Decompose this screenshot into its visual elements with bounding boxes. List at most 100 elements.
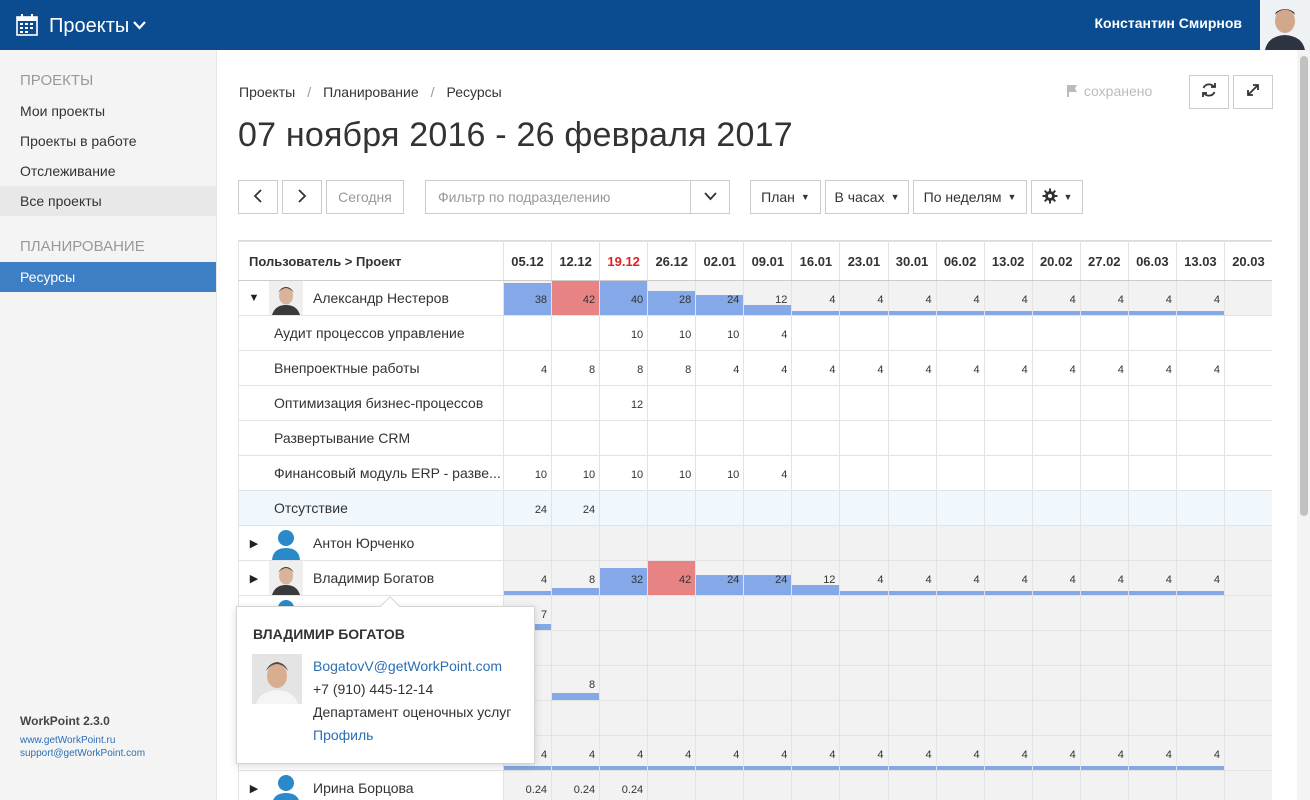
- hours-cell[interactable]: [1079, 665, 1129, 701]
- hours-cell[interactable]: [1223, 525, 1272, 561]
- hours-cell[interactable]: [791, 665, 841, 701]
- hours-cell[interactable]: [647, 595, 697, 631]
- hours-cell[interactable]: [935, 490, 985, 526]
- hours-cell[interactable]: 0.24: [551, 770, 601, 800]
- hours-cell[interactable]: 4: [839, 350, 889, 386]
- collapse-icon[interactable]: ▼: [239, 292, 269, 304]
- hours-cell[interactable]: [1223, 490, 1272, 526]
- hours-cell[interactable]: 24: [743, 560, 793, 596]
- hours-cell[interactable]: [1031, 315, 1081, 351]
- department-filter-dropdown[interactable]: [690, 181, 729, 213]
- hours-cell[interactable]: [1223, 595, 1272, 631]
- next-period-button[interactable]: [282, 180, 322, 214]
- hours-cell[interactable]: [1031, 490, 1081, 526]
- hours-cell[interactable]: [935, 420, 985, 456]
- hours-cell[interactable]: 10: [502, 455, 553, 491]
- hours-cell[interactable]: [1223, 560, 1272, 596]
- hours-cell[interactable]: [935, 665, 985, 701]
- hours-cell[interactable]: [983, 595, 1033, 631]
- hours-cell[interactable]: [1079, 630, 1129, 666]
- hours-cell[interactable]: [1031, 420, 1081, 456]
- user-avatar[interactable]: [269, 281, 303, 315]
- hours-cell[interactable]: [1079, 385, 1129, 421]
- hours-cell[interactable]: [983, 455, 1033, 491]
- period-dropdown[interactable]: По неделям ▼: [913, 180, 1027, 214]
- hours-cell[interactable]: [1031, 385, 1081, 421]
- hours-cell[interactable]: [599, 665, 649, 701]
- hours-cell[interactable]: [695, 595, 745, 631]
- hours-cell[interactable]: 28: [647, 280, 697, 316]
- hours-cell[interactable]: [1223, 455, 1272, 491]
- hours-cell[interactable]: [887, 315, 937, 351]
- support-email-link[interactable]: support@getWorkPoint.com: [20, 747, 145, 760]
- hours-cell[interactable]: [502, 385, 553, 421]
- hours-cell[interactable]: [1223, 315, 1272, 351]
- column-header-user-project[interactable]: Пользователь > Проект: [238, 241, 504, 281]
- hours-cell[interactable]: [647, 525, 697, 561]
- hours-cell[interactable]: [1127, 420, 1177, 456]
- hours-cell[interactable]: [647, 770, 697, 800]
- hours-cell[interactable]: [551, 700, 601, 736]
- hours-cell[interactable]: [1223, 420, 1272, 456]
- hours-cell[interactable]: 12: [791, 560, 841, 596]
- hours-cell[interactable]: [1223, 735, 1272, 771]
- hours-cell[interactable]: 4: [791, 350, 841, 386]
- hours-cell[interactable]: [839, 315, 889, 351]
- hours-cell[interactable]: 4: [599, 735, 649, 771]
- hours-cell[interactable]: 0.24: [599, 770, 649, 800]
- hours-cell[interactable]: [1031, 525, 1081, 561]
- hours-cell[interactable]: 4: [1175, 735, 1225, 771]
- hours-cell[interactable]: 12: [743, 280, 793, 316]
- hours-cell[interactable]: 4: [1127, 560, 1177, 596]
- hours-cell[interactable]: [1079, 315, 1129, 351]
- hours-cell[interactable]: [1127, 770, 1177, 800]
- hours-cell[interactable]: [839, 490, 889, 526]
- user-name[interactable]: Антон Юрченко: [313, 535, 414, 551]
- hours-cell[interactable]: [647, 420, 697, 456]
- hours-cell[interactable]: 4: [983, 735, 1033, 771]
- user-avatar[interactable]: [1260, 0, 1310, 50]
- hours-cell[interactable]: [887, 385, 937, 421]
- expand-icon[interactable]: ▶: [239, 537, 269, 550]
- hours-cell[interactable]: 10: [695, 455, 745, 491]
- expand-icon[interactable]: ▶: [239, 782, 269, 795]
- hours-cell[interactable]: 8: [551, 560, 601, 596]
- hours-cell[interactable]: [887, 595, 937, 631]
- hours-cell[interactable]: 4: [983, 350, 1033, 386]
- project-name[interactable]: Финансовый модуль ERP - разве...: [239, 465, 501, 481]
- project-name[interactable]: Внепроектные работы: [239, 360, 420, 376]
- hours-cell[interactable]: 4: [887, 280, 937, 316]
- hours-cell[interactable]: 10: [695, 315, 745, 351]
- hours-cell[interactable]: 4: [1175, 350, 1225, 386]
- hours-cell[interactable]: [1175, 665, 1225, 701]
- hours-cell[interactable]: [839, 420, 889, 456]
- popover-profile-link[interactable]: Профиль: [313, 727, 373, 743]
- hours-cell[interactable]: [743, 525, 793, 561]
- hours-cell[interactable]: [1175, 455, 1225, 491]
- hours-cell[interactable]: [791, 595, 841, 631]
- breadcrumb-projects[interactable]: Проекты: [239, 84, 295, 100]
- hours-cell[interactable]: [887, 770, 937, 800]
- hours-cell[interactable]: [935, 630, 985, 666]
- hours-cell[interactable]: 8: [599, 350, 649, 386]
- hours-cell[interactable]: 24: [695, 560, 745, 596]
- hours-cell[interactable]: [983, 420, 1033, 456]
- hours-cell[interactable]: 4: [935, 735, 985, 771]
- refresh-button[interactable]: [1189, 75, 1229, 109]
- user-name[interactable]: Владимир Богатов: [313, 570, 434, 586]
- hours-cell[interactable]: 42: [551, 280, 601, 316]
- hours-cell[interactable]: 10: [599, 315, 649, 351]
- hours-cell[interactable]: [551, 385, 601, 421]
- hours-cell[interactable]: [839, 595, 889, 631]
- hours-cell[interactable]: 4: [839, 560, 889, 596]
- calendar-icon[interactable]: [16, 14, 38, 36]
- hours-cell[interactable]: [695, 490, 745, 526]
- hours-cell[interactable]: [599, 525, 649, 561]
- hours-cell[interactable]: [791, 770, 841, 800]
- hours-cell[interactable]: 4: [1079, 350, 1129, 386]
- hours-cell[interactable]: [791, 385, 841, 421]
- hours-cell[interactable]: [1175, 385, 1225, 421]
- hours-cell[interactable]: [983, 490, 1033, 526]
- hours-cell[interactable]: [935, 455, 985, 491]
- hours-cell[interactable]: [647, 490, 697, 526]
